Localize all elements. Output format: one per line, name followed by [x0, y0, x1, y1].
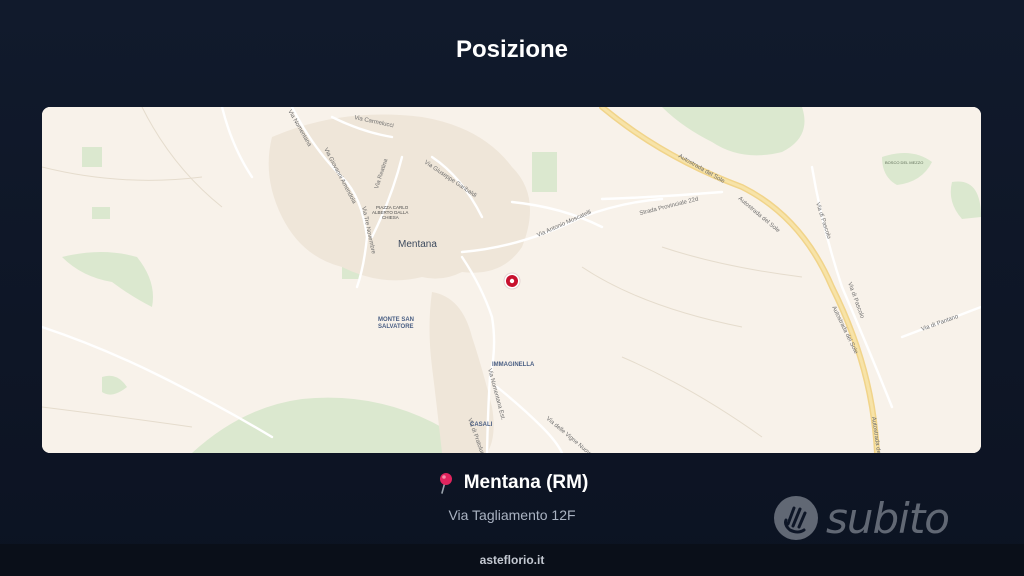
- round-pushpin-icon: [439, 473, 452, 494]
- subito-hand-icon: [774, 496, 818, 540]
- map-canvas[interactable]: Via Carmelucci Via Nomentana Via Giovann…: [42, 107, 981, 453]
- place-label-monte-san-salvatore: SALVATORE: [378, 324, 414, 330]
- place-label-mentana: Mentana: [398, 239, 437, 250]
- place-label-piazza: CHIESA: [382, 215, 399, 220]
- place-label-casali: CASALI: [470, 422, 493, 428]
- map-marker-icon[interactable]: [503, 272, 521, 290]
- place-label-monte-san-salvatore: MONTE SAN: [378, 317, 414, 323]
- subito-watermark: subito: [772, 490, 982, 546]
- place-label-bosco: BOSCO DEL MEZZO: [885, 160, 923, 165]
- place-label-immaginella: IMMAGINELLA: [492, 362, 535, 368]
- footer-bar: asteflorio.it: [0, 544, 1024, 576]
- map-view[interactable]: Via Carmelucci Via Nomentana Via Giovann…: [42, 107, 981, 453]
- page-title: Posizione: [455, 36, 569, 63]
- footer-site-link[interactable]: asteflorio.it: [480, 553, 545, 567]
- city-name: Mentana (RM): [463, 472, 589, 493]
- subito-logo-text: subito: [826, 493, 950, 543]
